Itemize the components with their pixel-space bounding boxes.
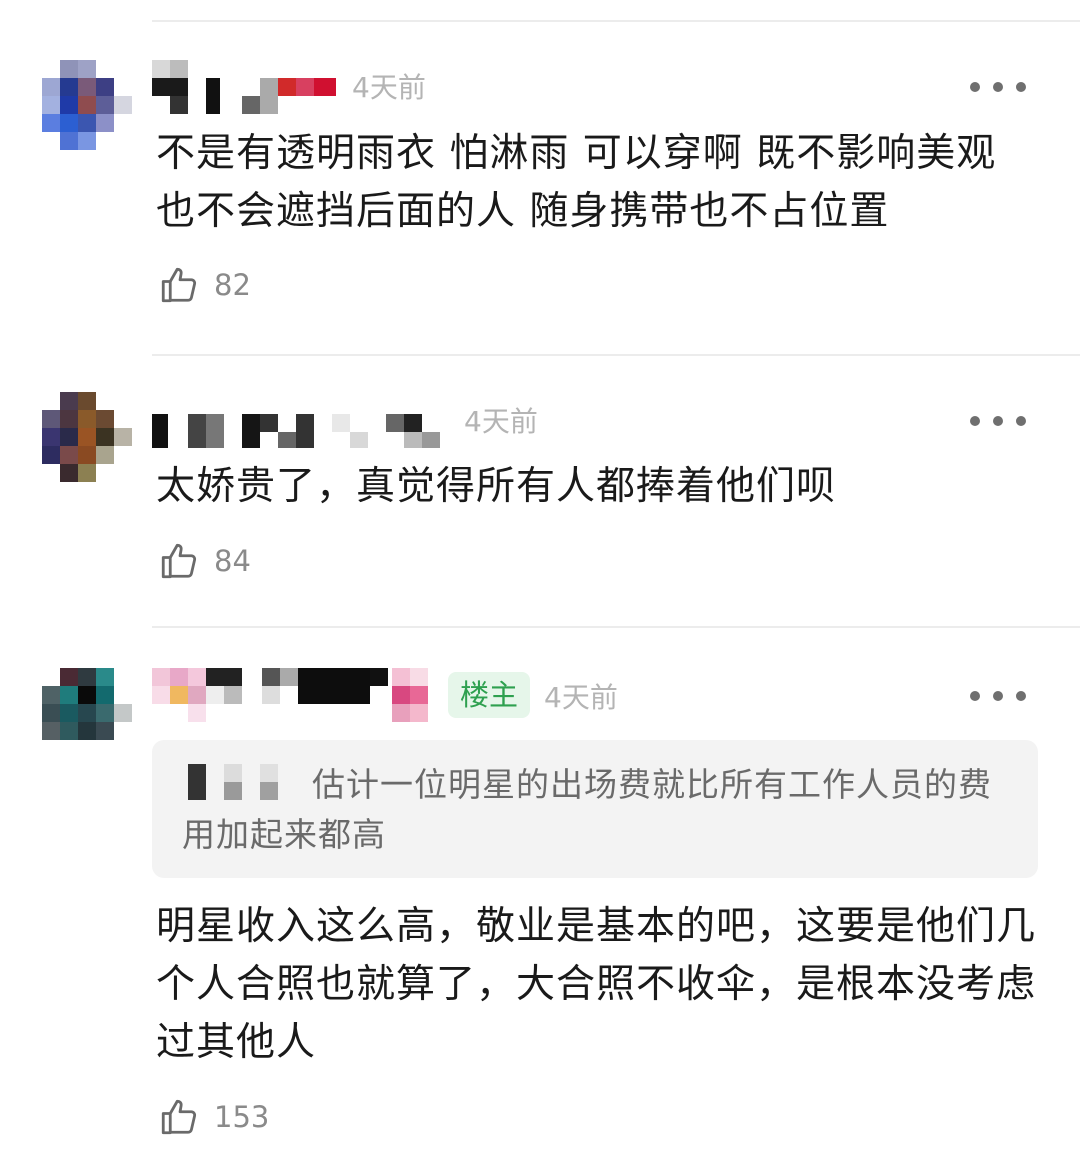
- like-button[interactable]: 153: [158, 1092, 269, 1142]
- username-redacted[interactable]: [152, 60, 342, 114]
- comment-time: 4天前: [464, 405, 538, 438]
- like-count: 84: [214, 544, 251, 578]
- like-button[interactable]: 84: [158, 536, 251, 586]
- divider: [152, 354, 1080, 356]
- quoted-reply[interactable]: 估计一位明星的出场费就比所有工作人员的费用加起来都高: [152, 740, 1038, 878]
- comment-time: 4天前: [352, 71, 426, 104]
- comment-text: 明星收入这么高，敬业是基本的吧，这要是他们几个人合照也就算了，大合照不收伞，是根…: [156, 904, 1037, 1065]
- avatar[interactable]: [40, 668, 136, 764]
- comment-text: 太娇贵了，真觉得所有人都捧着他们呗: [156, 464, 837, 509]
- thumbs-up-icon: [161, 1099, 197, 1135]
- like-button[interactable]: 82: [158, 260, 251, 310]
- username-redacted[interactable]: [152, 668, 442, 724]
- more-dots-icon: [970, 416, 980, 426]
- thumbs-up-icon: [161, 267, 197, 303]
- like-count: 82: [214, 268, 251, 302]
- comment-text: 不是有透明雨衣 怕淋雨 可以穿啊 既不影响美观 也不会遮挡后面的人 随身携带也不…: [156, 131, 997, 234]
- op-badge: 楼主: [448, 672, 531, 718]
- more-options-button[interactable]: [970, 681, 1026, 711]
- divider-top: [152, 20, 1080, 22]
- like-count: 153: [214, 1100, 270, 1134]
- more-options-button[interactable]: [970, 72, 1026, 102]
- username-redacted[interactable]: [152, 404, 452, 454]
- more-dots-icon: [970, 691, 980, 701]
- more-options-button[interactable]: [970, 406, 1026, 436]
- avatar[interactable]: [40, 392, 136, 488]
- avatar[interactable]: [40, 60, 136, 156]
- more-dots-icon: [970, 82, 980, 92]
- comment-time: 4天前: [544, 681, 618, 714]
- quoted-text: 估计一位明星的出场费就比所有工作人员的费用加起来都高: [182, 765, 992, 854]
- divider: [152, 626, 1080, 628]
- thumbs-up-icon: [161, 543, 197, 579]
